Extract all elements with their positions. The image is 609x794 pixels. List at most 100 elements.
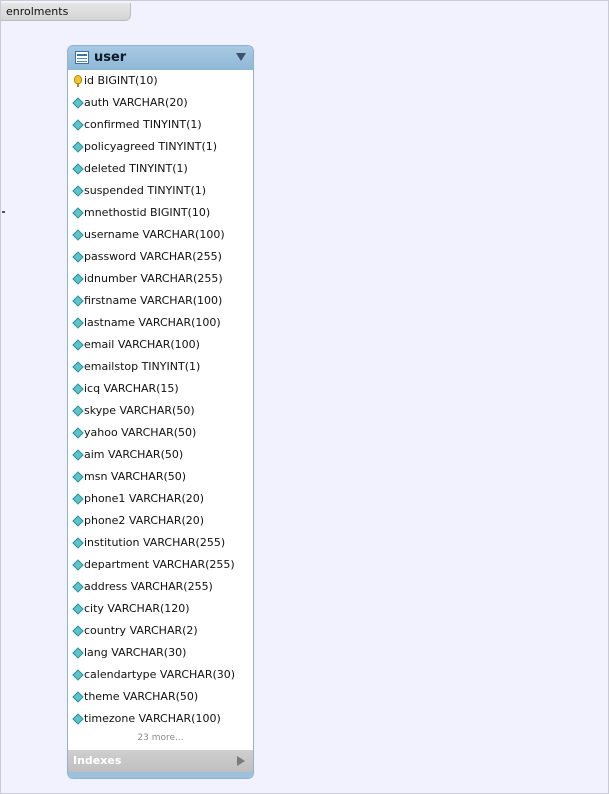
column-label: email VARCHAR(100): [84, 338, 200, 351]
column-icon: [72, 141, 84, 153]
column-label: phone2 VARCHAR(20): [84, 514, 205, 527]
column-icon: [72, 383, 84, 395]
table-icon: [75, 51, 89, 64]
column-icon: [72, 163, 84, 175]
table-user[interactable]: user id BIGINT(10) auth VARCHAR(20) confir…: [67, 45, 254, 779]
column-row[interactable]: country VARCHAR(2): [68, 620, 253, 642]
column-label: aim VARCHAR(50): [84, 448, 184, 461]
column-icon: [72, 339, 84, 351]
column-icon: [72, 625, 84, 637]
column-row[interactable]: email VARCHAR(100): [68, 334, 253, 356]
column-row[interactable]: skype VARCHAR(50): [68, 400, 253, 422]
column-icon: [72, 537, 84, 549]
indexes-label: Indexes: [73, 754, 122, 767]
table-header[interactable]: user: [68, 46, 253, 70]
column-icon: [72, 317, 84, 329]
column-row[interactable]: lang VARCHAR(30): [68, 642, 253, 664]
column-icon: [72, 669, 84, 681]
column-label: username VARCHAR(100): [84, 228, 225, 241]
column-icon: [72, 119, 84, 131]
column-label: phone1 VARCHAR(20): [84, 492, 205, 505]
column-row[interactable]: auth VARCHAR(20): [68, 92, 253, 114]
column-label: emailstop TINYINT(1): [84, 360, 201, 373]
column-icon: [72, 515, 84, 527]
column-label: skype VARCHAR(50): [84, 404, 195, 417]
column-icon: [72, 229, 84, 241]
column-label: suspended TINYINT(1): [84, 184, 207, 197]
column-icon: [72, 405, 84, 417]
column-row[interactable]: mnethostid BIGINT(10): [68, 202, 253, 224]
primary-key-icon: [74, 75, 82, 87]
column-icon: [72, 691, 84, 703]
column-label: institution VARCHAR(255): [84, 536, 226, 549]
indexes-section[interactable]: Indexes: [68, 750, 253, 772]
column-icon: [72, 185, 84, 197]
column-row[interactable]: deleted TINYINT(1): [68, 158, 253, 180]
column-row[interactable]: emailstop TINYINT(1): [68, 356, 253, 378]
column-icon: [72, 559, 84, 571]
column-list: id BIGINT(10) auth VARCHAR(20) confirmed T…: [68, 70, 253, 730]
column-icon: [72, 493, 84, 505]
column-icon: [72, 251, 84, 263]
column-icon: [72, 449, 84, 461]
column-icon: [72, 273, 84, 285]
column-label: city VARCHAR(120): [84, 602, 190, 615]
column-row[interactable]: phone1 VARCHAR(20): [68, 488, 253, 510]
column-icon: [72, 361, 84, 373]
column-label: password VARCHAR(255): [84, 250, 222, 263]
column-icon: [72, 295, 84, 307]
column-row[interactable]: timezone VARCHAR(100): [68, 708, 253, 730]
column-label: theme VARCHAR(50): [84, 690, 199, 703]
column-row[interactable]: city VARCHAR(120): [68, 598, 253, 620]
expand-arrow-icon[interactable]: [237, 756, 245, 766]
column-label: country VARCHAR(2): [84, 624, 198, 637]
layer-name: enrolments: [6, 5, 69, 18]
column-icon: [72, 581, 84, 593]
column-label: lastname VARCHAR(100): [84, 316, 221, 329]
column-row[interactable]: password VARCHAR(255): [68, 246, 253, 268]
canvas-marker: [2, 211, 5, 213]
column-row[interactable]: suspended TINYINT(1): [68, 180, 253, 202]
column-icon: [72, 427, 84, 439]
column-row[interactable]: icq VARCHAR(15): [68, 378, 253, 400]
column-row[interactable]: phone2 VARCHAR(20): [68, 510, 253, 532]
column-label: id BIGINT(10): [84, 74, 158, 87]
column-label: msn VARCHAR(50): [84, 470, 187, 483]
column-label: calendartype VARCHAR(30): [84, 668, 236, 681]
column-label: mnethostid BIGINT(10): [84, 206, 211, 219]
column-label: address VARCHAR(255): [84, 580, 213, 593]
column-label: confirmed TINYINT(1): [84, 118, 202, 131]
column-row[interactable]: calendartype VARCHAR(30): [68, 664, 253, 686]
column-row[interactable]: firstname VARCHAR(100): [68, 290, 253, 312]
column-label: firstname VARCHAR(100): [84, 294, 223, 307]
table-footer: [68, 772, 253, 778]
column-row[interactable]: aim VARCHAR(50): [68, 444, 253, 466]
column-row[interactable]: id BIGINT(10): [68, 70, 253, 92]
column-row[interactable]: yahoo VARCHAR(50): [68, 422, 253, 444]
more-columns-label[interactable]: 23 more...: [68, 733, 253, 743]
column-icon: [72, 97, 84, 109]
column-label: icq VARCHAR(15): [84, 382, 179, 395]
column-label: policyagreed TINYINT(1): [84, 140, 218, 153]
diagram-canvas[interactable]: enrolments user id BIGINT(10) auth VARCHA…: [0, 0, 609, 794]
column-icon: [72, 603, 84, 615]
column-row[interactable]: policyagreed TINYINT(1): [68, 136, 253, 158]
column-row[interactable]: lastname VARCHAR(100): [68, 312, 253, 334]
column-row[interactable]: msn VARCHAR(50): [68, 466, 253, 488]
layer-tab[interactable]: enrolments: [1, 3, 131, 21]
column-label: deleted TINYINT(1): [84, 162, 188, 175]
column-row[interactable]: theme VARCHAR(50): [68, 686, 253, 708]
column-row[interactable]: department VARCHAR(255): [68, 554, 253, 576]
column-icon: [72, 713, 84, 725]
table-title: user: [94, 50, 127, 65]
column-row[interactable]: confirmed TINYINT(1): [68, 114, 253, 136]
column-icon: [72, 471, 84, 483]
column-row[interactable]: idnumber VARCHAR(255): [68, 268, 253, 290]
column-row[interactable]: username VARCHAR(100): [68, 224, 253, 246]
collapse-arrow-icon[interactable]: [236, 53, 246, 61]
column-row[interactable]: address VARCHAR(255): [68, 576, 253, 598]
column-label: timezone VARCHAR(100): [84, 712, 221, 725]
column-label: idnumber VARCHAR(255): [84, 272, 223, 285]
column-row[interactable]: institution VARCHAR(255): [68, 532, 253, 554]
column-label: auth VARCHAR(20): [84, 96, 188, 109]
